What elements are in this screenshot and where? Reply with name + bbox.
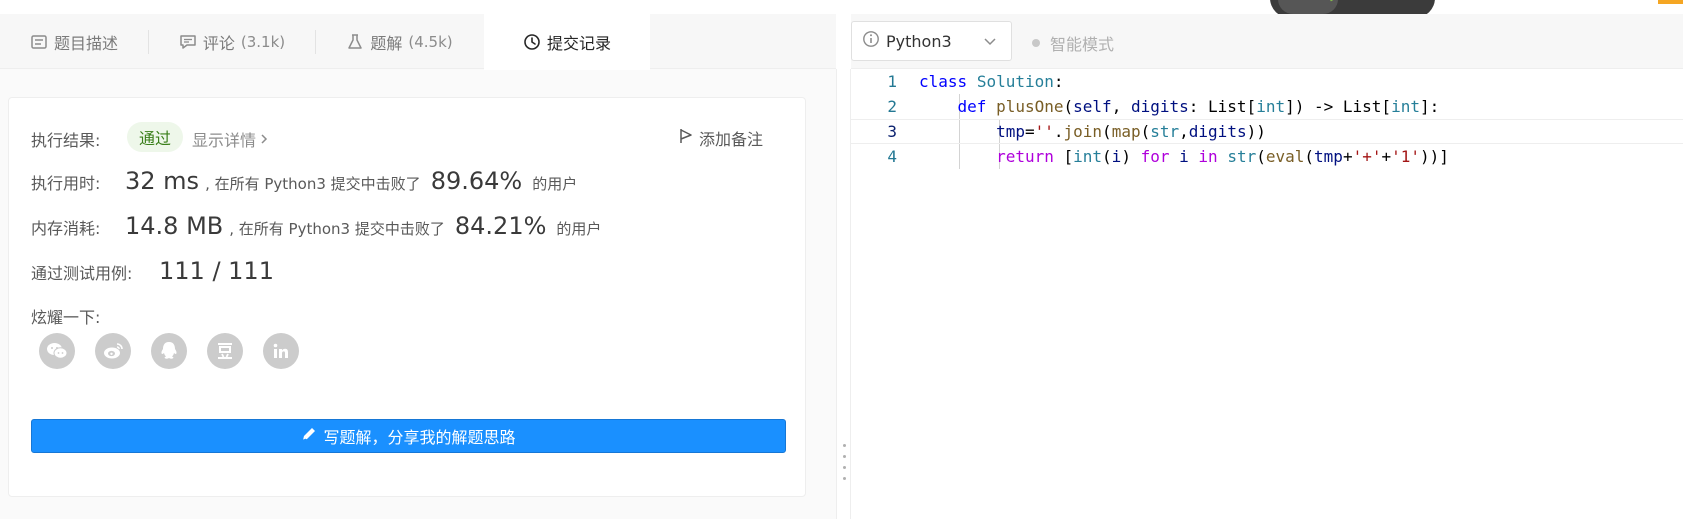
tab-comments-label: 评论 [202,33,235,53]
tab-description-label: 题目描述 [53,33,118,53]
left-panel: 题目描述 评论 (3.1k) 题解 (4.5k) 提交记录 执行结果: 通过 显… [0,14,836,519]
show-details-label: 显示详情 [192,131,257,150]
runtime-beats-text: , 在所有 Python3 提交中击败了 [205,175,421,193]
floating-control-knob [1278,0,1338,14]
flask-icon [346,33,364,51]
code-text: tmp=''.join(map(str,digits)) [996,122,1266,141]
wechat-icon[interactable] [39,333,75,369]
tab-solutions-count: (4.5k) [408,32,453,51]
tab-bar: 题目描述 评论 (3.1k) 题解 (4.5k) 提交记录 [0,14,836,70]
language-select[interactable]: Python3 [851,21,1012,61]
add-note-label: 添加备注 [699,130,764,149]
add-note-button[interactable]: 添加备注 [679,126,763,150]
tab-solutions-label: 题解 [370,33,403,53]
tests-value: 111 / 111 [159,257,274,285]
code-text: class Solution: [919,72,1064,91]
corner-accent [1658,0,1683,4]
language-select-value: Python3 [886,31,952,51]
line-number: 2 [887,97,897,116]
info-icon [862,30,880,52]
smart-mode-toggle[interactable]: 智能模式 [1032,31,1114,55]
tab-description[interactable]: 题目描述 [0,14,148,69]
status-dot-icon [1032,39,1040,47]
editor-toolbar: Python3 智能模式 [851,14,1683,69]
memory-beats-text: , 在所有 Python3 提交中击败了 [229,220,445,238]
douban-icon[interactable] [207,333,243,369]
tests-label: 通过测试用例: [31,264,133,283]
runtime-label: 执行用时: [31,174,101,193]
tests-row: 通过测试用例: 111 / 111 [31,257,280,285]
show-details-link[interactable]: 显示详情 [192,127,268,151]
weibo-icon[interactable] [95,333,131,369]
qq-icon[interactable] [151,333,187,369]
tab-submissions[interactable]: 提交记录 [484,14,650,70]
line-number: 3 [887,122,897,141]
comment-icon [179,33,197,51]
code-text: return [int(i) for i in str(eval(tmp+'+'… [996,147,1449,166]
submission-result-card: 执行结果: 通过 显示详情 添加备注 执行用时: 32 ms , 在所有 Pyt… [8,97,806,497]
write-solution-button[interactable]: 写题解，分享我的解题思路 [31,419,786,453]
code-line: 2 def plusOne(self, digits: List[int]) -… [851,94,1683,119]
status-badge: 通过 [127,122,184,152]
memory-label: 内存消耗: [31,219,101,238]
panel-resizer[interactable] [836,69,851,519]
code-editor[interactable]: 1 class Solution: 2 def plusOne(self, di… [851,69,1683,519]
code-line: 1 class Solution: [851,69,1683,94]
line-number: 1 [887,72,897,91]
memory-row: 内存消耗: 14.8 MB , 在所有 Python3 提交中击败了 84.21… [31,212,611,240]
smart-mode-label: 智能模式 [1050,35,1115,54]
linkedin-icon[interactable] [263,333,299,369]
memory-suffix: 的用户 [556,220,602,238]
runtime-row: 执行用时: 32 ms , 在所有 Python3 提交中击败了 89.64% … [31,167,587,195]
description-icon [30,33,48,51]
runtime-percent: 89.64% [430,167,523,195]
write-solution-label: 写题解，分享我的解题思路 [323,428,516,447]
drag-handle-icon[interactable] [843,444,846,480]
result-label: 执行结果: [31,131,101,150]
line-number: 4 [887,147,897,166]
memory-percent: 84.21% [454,212,547,240]
clock-icon [523,33,541,51]
share-icons [39,333,299,369]
flag-icon [679,128,693,148]
runtime-value: 32 ms [125,167,200,195]
tab-solutions[interactable]: 题解 (4.5k) [316,14,483,69]
pencil-icon [301,426,317,446]
share-label: 炫耀一下: [31,308,101,327]
code-line-current: 3 tmp=''.join(map(str,digits)) [851,119,1683,144]
chevron-right-icon [260,130,268,149]
tab-comments[interactable]: 评论 (3.1k) [149,14,315,69]
tab-submissions-label: 提交记录 [546,34,611,53]
memory-value: 14.8 MB [125,212,224,240]
runtime-suffix: 的用户 [532,175,578,193]
chevron-down-icon [983,32,997,54]
tab-comments-count: (3.1k) [240,32,286,51]
code-line: 4 return [int(i) for i in str(eval(tmp+'… [851,144,1683,169]
code-text: def plusOne(self, digits: List[int]) -> … [957,97,1440,116]
